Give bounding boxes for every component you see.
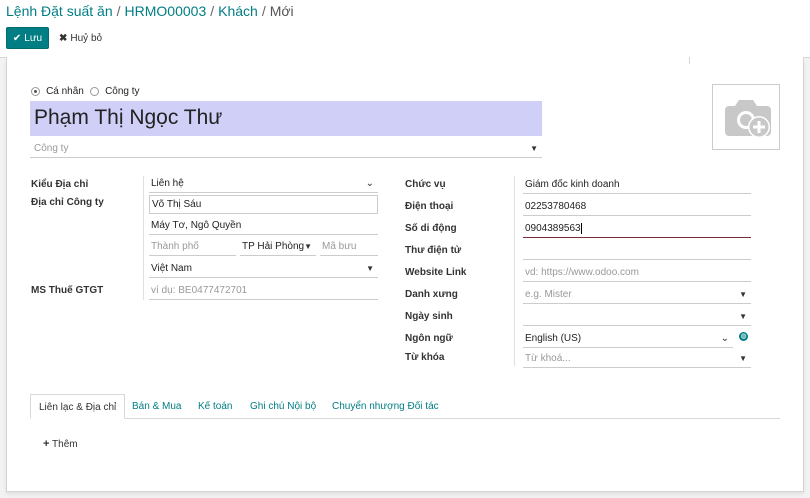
website-placeholder: vd: https://www.odoo.com: [525, 267, 639, 278]
tab-partner-assignment[interactable]: Chuyển nhượng Đối tác: [324, 394, 447, 419]
mobile-label: Số di động: [405, 223, 457, 234]
mobile-input[interactable]: 0904389563: [523, 220, 751, 238]
breadcrumb-item-record[interactable]: HRMO00003: [125, 3, 207, 19]
caret-down-icon: ▼: [739, 354, 747, 363]
radio-circle: [90, 86, 99, 96]
breadcrumb-separator: /: [210, 3, 215, 19]
birthday-label: Ngày sinh: [405, 311, 453, 322]
radio-company[interactable]: Công ty: [90, 85, 140, 97]
tab-contacts-addresses[interactable]: Liên lạc & Địa chỉ: [30, 394, 126, 419]
tab-accounting[interactable]: Kế toán: [190, 394, 240, 419]
breadcrumb-separator: /: [261, 3, 266, 19]
country-select[interactable]: Việt Nam ▼: [149, 260, 378, 278]
street-input[interactable]: Võ Thị Sáu: [149, 195, 378, 214]
control-panel: Lệnh Đặt suất ăn / HRMO00003/Khách / Mới ✔ L…: [0, 0, 810, 58]
field-divider: [514, 176, 515, 366]
mobile-value: 0904389563: [525, 223, 581, 234]
zip-input[interactable]: Mã bưu điện: [320, 238, 378, 256]
address-type-value: Liên hệ: [151, 178, 184, 189]
avatar-upload[interactable]: [712, 84, 780, 150]
street2-value: Máy Tơ, Ngô Quyền: [151, 220, 242, 231]
field-divider: [143, 176, 144, 300]
birthday-input[interactable]: ▼: [523, 308, 751, 326]
zip-placeholder: Mã bưu điện: [322, 241, 357, 252]
check-icon: ✔: [12, 32, 22, 44]
chevron-down-icon: ⌄: [720, 333, 729, 344]
text-cursor: [580, 222, 582, 234]
caret-down-icon: ▼: [739, 312, 747, 321]
job-value: Giám đốc kinh doanh: [525, 179, 620, 190]
title-label: Danh xưng: [405, 289, 458, 300]
radio-individual-label: Cá nhân: [46, 86, 84, 97]
tags-placeholder: Từ khoá...: [525, 353, 571, 364]
company-address-label: Địa chỉ Công ty: [31, 197, 104, 208]
breadcrumb-item-order[interactable]: Lệnh Đặt suất ăn: [6, 3, 113, 19]
radio-circle: [31, 86, 40, 96]
name-input[interactable]: Phạm Thị Ngọc Thư: [30, 101, 542, 136]
add-contact-button[interactable]: + Thêm: [43, 438, 78, 450]
breadcrumb-item-guest[interactable]: Khách: [218, 3, 258, 19]
save-button[interactable]: ✔ Lưu: [6, 27, 49, 49]
tab-internal-notes[interactable]: Ghi chú Nội bộ: [242, 394, 324, 419]
street-value: Võ Thị Sáu: [152, 199, 202, 210]
breadcrumb: Lệnh Đặt suất ăn / HRMO00003/Khách / Mới: [6, 3, 294, 19]
city-placeholder: Thành phố: [151, 241, 199, 252]
camera-plus-icon: [725, 100, 771, 138]
vat-label: MS Thuế GTGT: [31, 285, 104, 296]
vat-input[interactable]: ví dụ: BE0477472701: [149, 282, 378, 300]
title-select[interactable]: e.g. Mister ▼: [523, 286, 751, 304]
close-icon: ✖: [59, 32, 68, 44]
caret-down-icon: ▼: [304, 242, 312, 251]
website-label: Website Link: [405, 267, 467, 278]
radio-company-label: Công ty: [105, 86, 140, 97]
caret-down-icon: ▼: [530, 144, 538, 153]
country-value: Việt Nam: [151, 263, 192, 274]
tags-input[interactable]: Từ khoá... ▼: [523, 350, 751, 368]
phone-value: 02253780468: [525, 201, 587, 212]
website-input[interactable]: vd: https://www.odoo.com: [523, 264, 751, 282]
street2-input[interactable]: Máy Tơ, Ngô Quyền: [149, 217, 378, 235]
caret-down-icon: ▼: [739, 290, 747, 299]
email-input[interactable]: [523, 242, 751, 260]
chevron-down-icon: ⌄: [365, 178, 374, 189]
form-sheet-top: [6, 57, 804, 65]
vat-placeholder: ví dụ: BE0477472701: [151, 285, 248, 296]
address-type-label: Kiểu Địa chỉ: [31, 179, 89, 190]
language-label: Ngôn ngữ: [405, 333, 453, 344]
divider: [689, 57, 690, 64]
discard-button-label: Huỷ bỏ: [70, 32, 103, 44]
tab-sales-purchase[interactable]: Bán & Mua: [124, 394, 189, 419]
breadcrumb-separator: /: [116, 3, 121, 19]
title-placeholder: e.g. Mister: [525, 289, 572, 300]
tags-label: Từ khóa: [405, 352, 445, 363]
save-button-label: Lưu: [24, 32, 43, 44]
city-input[interactable]: Thành phố: [149, 238, 236, 256]
language-select[interactable]: English (US) ⌄: [523, 330, 733, 348]
job-input[interactable]: Giám đốc kinh doanh: [523, 176, 751, 194]
state-value: TP Hải Phòng: [242, 241, 305, 252]
job-label: Chức vụ: [405, 179, 446, 190]
language-value: English (US): [525, 333, 582, 344]
company-placeholder: Công ty: [34, 143, 69, 154]
email-label: Thư điện tử: [405, 245, 462, 256]
breadcrumb-current: Mới: [269, 3, 294, 19]
add-label: Thêm: [52, 439, 78, 450]
address-type-select[interactable]: Liên hệ ⌄: [149, 175, 378, 193]
state-select[interactable]: TP Hải Phòng ▼: [240, 238, 316, 256]
plus-icon: +: [43, 438, 50, 450]
phone-label: Điện thoại: [405, 201, 454, 212]
radio-individual[interactable]: Cá nhân: [31, 85, 84, 97]
phone-input[interactable]: 02253780468: [523, 198, 751, 216]
company-select[interactable]: Công ty ▼: [30, 140, 542, 158]
notebook-tabs: Liên lạc & Địa chỉ Bán & Mua Kế toán Ghi…: [30, 394, 780, 419]
globe-icon[interactable]: ◍: [739, 332, 748, 341]
discard-button[interactable]: ✖ Huỷ bỏ: [54, 27, 107, 49]
caret-down-icon: ▼: [366, 264, 374, 273]
